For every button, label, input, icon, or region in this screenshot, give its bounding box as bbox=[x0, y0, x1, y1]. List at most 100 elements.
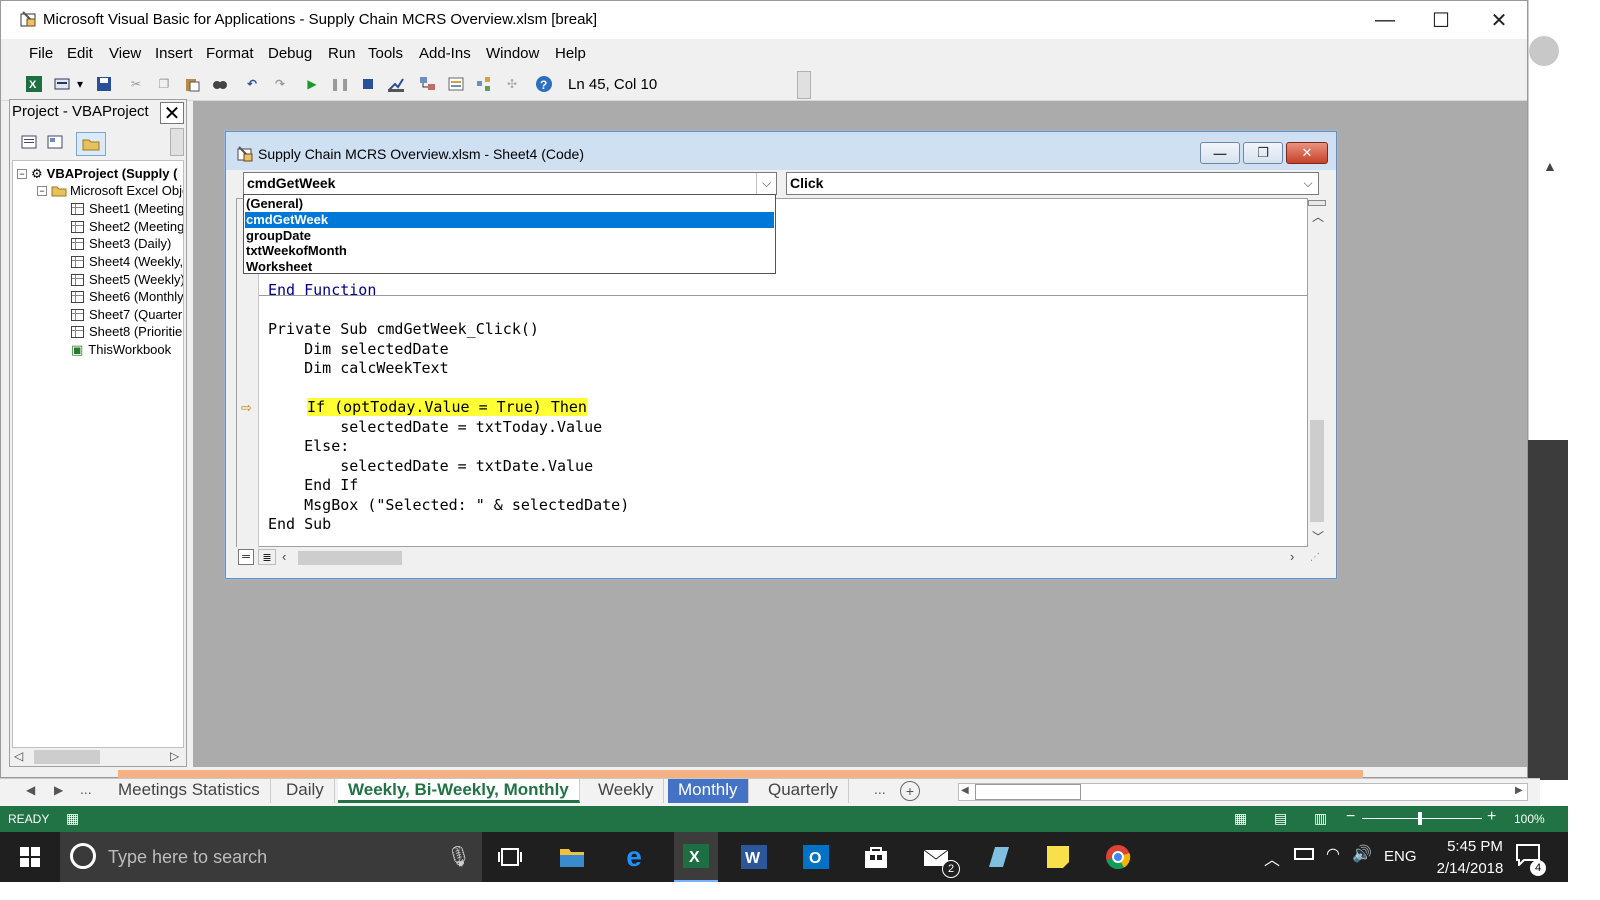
scroll-thumb[interactable] bbox=[1310, 420, 1324, 522]
tree-item-sheet8[interactable]: Sheet8 (Prioritie bbox=[71, 323, 182, 340]
full-module-view-icon[interactable]: ≣ bbox=[258, 549, 276, 565]
clock-date[interactable]: 2/14/2018 bbox=[1428, 860, 1512, 877]
sheet-tab[interactable]: Meetings Statistics bbox=[108, 779, 271, 803]
tab-more-right[interactable]: ... bbox=[874, 781, 886, 797]
code-maximize-button[interactable]: ❐ bbox=[1243, 142, 1283, 164]
resize-grip-icon[interactable]: ⋰ bbox=[1310, 552, 1320, 563]
menu-help[interactable]: Help bbox=[555, 45, 586, 62]
windows-start-icon[interactable] bbox=[14, 842, 46, 872]
menu-tools[interactable]: Tools bbox=[368, 45, 403, 62]
properties-icon[interactable] bbox=[447, 75, 465, 93]
scroll-right-icon[interactable]: ▶ bbox=[1515, 785, 1523, 796]
paste-icon[interactable] bbox=[183, 75, 201, 93]
dropdown-option[interactable]: txtWeekofMonth bbox=[245, 243, 774, 259]
chrome-icon[interactable] bbox=[1102, 842, 1134, 872]
page-layout-icon[interactable]: ▤ bbox=[1274, 810, 1287, 827]
code-window-title-bar[interactable]: Supply Chain MCRS Overview.xlsm - Sheet4… bbox=[226, 132, 1336, 170]
zoom-in-button[interactable]: + bbox=[1487, 808, 1496, 826]
object-combo[interactable]: cmdGetWeek ⌵ bbox=[243, 172, 777, 195]
dropdown-option[interactable]: Worksheet bbox=[245, 259, 774, 275]
chevron-down-icon[interactable]: ⌵ bbox=[1298, 173, 1318, 194]
menu-insert[interactable]: Insert bbox=[155, 45, 193, 62]
help-icon[interactable]: ? bbox=[535, 75, 553, 93]
project-hscroll[interactable]: ◁ ▷ bbox=[12, 748, 184, 766]
scroll-thumb[interactable] bbox=[298, 551, 402, 565]
scroll-left-icon[interactable]: ‹ bbox=[282, 549, 286, 564]
clock-time[interactable]: 5:45 PM bbox=[1438, 838, 1512, 855]
tab-scroll-left-icon[interactable]: ◀ bbox=[26, 783, 35, 797]
menu-view[interactable]: View bbox=[109, 45, 141, 62]
reset-icon[interactable] bbox=[359, 75, 377, 93]
chevron-down-icon[interactable]: ▾ bbox=[75, 75, 85, 93]
scroll-left-icon[interactable]: ◁ bbox=[14, 749, 23, 763]
close-button[interactable]: ✕ bbox=[1471, 1, 1527, 39]
word-icon[interactable]: W bbox=[738, 842, 770, 872]
toolbar-overflow-button[interactable] bbox=[170, 128, 184, 156]
save-icon[interactable] bbox=[95, 75, 113, 93]
app-icon[interactable] bbox=[982, 842, 1014, 872]
object-dropdown-list[interactable]: (General) cmdGetWeek groupDate txtWeekof… bbox=[243, 194, 776, 274]
tree-item-sheet6[interactable]: Sheet6 (Monthly) bbox=[71, 288, 183, 305]
sheet-tab[interactable]: Monthly bbox=[668, 779, 749, 803]
project-close-button[interactable]: ✕ bbox=[160, 102, 184, 125]
break-icon[interactable]: ❚❚ bbox=[330, 75, 350, 93]
outlook-icon[interactable]: O bbox=[800, 842, 832, 872]
add-sheet-icon[interactable]: + bbox=[900, 781, 920, 801]
tab-more-left[interactable]: ... bbox=[80, 781, 92, 797]
cortana-icon[interactable] bbox=[70, 843, 96, 869]
view-object-icon[interactable] bbox=[44, 132, 66, 152]
sheet-tab[interactable]: Weekly bbox=[588, 779, 665, 803]
project-explorer-icon[interactable] bbox=[419, 75, 437, 93]
tree-item-sheet5[interactable]: Sheet5 (Weekly) bbox=[71, 271, 183, 288]
scroll-down-icon[interactable]: ﹀ bbox=[1312, 528, 1324, 545]
scroll-thumb[interactable] bbox=[975, 784, 1081, 800]
microphone-icon[interactable]: 🎙 bbox=[446, 844, 471, 869]
scroll-right-icon[interactable]: ▷ bbox=[170, 749, 179, 763]
menu-window[interactable]: Window bbox=[486, 45, 539, 62]
scroll-up-icon[interactable]: ▲ bbox=[1543, 158, 1557, 174]
menu-edit[interactable]: Edit bbox=[67, 45, 93, 62]
maximize-button[interactable]: ☐ bbox=[1413, 1, 1469, 39]
find-icon[interactable] bbox=[211, 75, 229, 93]
file-explorer-icon[interactable] bbox=[556, 842, 588, 872]
object-browser-icon[interactable] bbox=[475, 75, 493, 93]
task-view-icon[interactable] bbox=[494, 842, 526, 872]
taskbar-search[interactable]: Type here to search 🎙 bbox=[60, 832, 482, 882]
chevron-up-icon[interactable]: ︿ bbox=[1264, 846, 1280, 870]
split-bar[interactable] bbox=[1308, 200, 1326, 206]
minimize-button[interactable]: — bbox=[1357, 1, 1413, 39]
menu-run[interactable]: Run bbox=[328, 45, 356, 62]
sheet-hscroll[interactable]: ◀ ▶ bbox=[958, 783, 1528, 801]
dropdown-option[interactable]: groupDate bbox=[245, 228, 774, 244]
view-code-icon[interactable] bbox=[18, 132, 40, 152]
zoom-out-button[interactable]: − bbox=[1346, 808, 1355, 826]
cut-icon[interactable]: ✂ bbox=[127, 75, 145, 93]
collapse-icon[interactable]: − bbox=[37, 185, 47, 196]
page-break-icon[interactable]: ▥ bbox=[1314, 810, 1327, 827]
tree-root[interactable]: − ⚙ VBAProject (Supply ( bbox=[17, 165, 177, 182]
language-indicator[interactable]: ENG bbox=[1384, 848, 1417, 865]
scroll-thumb[interactable] bbox=[34, 750, 100, 764]
title-bar[interactable]: Microsoft Visual Basic for Applications … bbox=[1, 1, 1527, 39]
run-icon[interactable]: ▶ bbox=[303, 75, 321, 93]
undo-icon[interactable]: ↶ bbox=[243, 75, 261, 93]
zoom-slider-track[interactable] bbox=[1362, 818, 1482, 819]
macro-record-icon[interactable]: ▦ bbox=[66, 810, 79, 827]
menu-debug[interactable]: Debug bbox=[268, 45, 312, 62]
redo-icon[interactable]: ↷ bbox=[271, 75, 289, 93]
tree-item-thisworkbook[interactable]: ▣ ThisWorkbook bbox=[71, 341, 171, 358]
volume-icon[interactable]: 🔊 bbox=[1352, 844, 1372, 864]
sticky-notes-icon[interactable] bbox=[1042, 842, 1074, 872]
wifi-icon[interactable]: ◠ bbox=[1326, 844, 1340, 864]
tree-item-sheet3[interactable]: Sheet3 (Daily) bbox=[71, 235, 171, 252]
menu-format[interactable]: Format bbox=[206, 45, 254, 62]
toggle-folders-icon[interactable] bbox=[76, 132, 106, 156]
dropdown-option-selected[interactable]: cmdGetWeek bbox=[245, 212, 774, 228]
collapse-icon[interactable]: − bbox=[17, 168, 27, 179]
scroll-right-icon[interactable]: › bbox=[1290, 549, 1294, 564]
code-minimize-button[interactable]: — bbox=[1200, 142, 1240, 164]
sheet-tab-active[interactable]: Weekly, Bi-Weekly, Monthly bbox=[338, 779, 580, 803]
chevron-down-icon[interactable]: ⌵ bbox=[756, 173, 776, 194]
zoom-level[interactable]: 100% bbox=[1514, 812, 1545, 826]
sheet-tab[interactable]: Quarterly bbox=[758, 779, 849, 803]
